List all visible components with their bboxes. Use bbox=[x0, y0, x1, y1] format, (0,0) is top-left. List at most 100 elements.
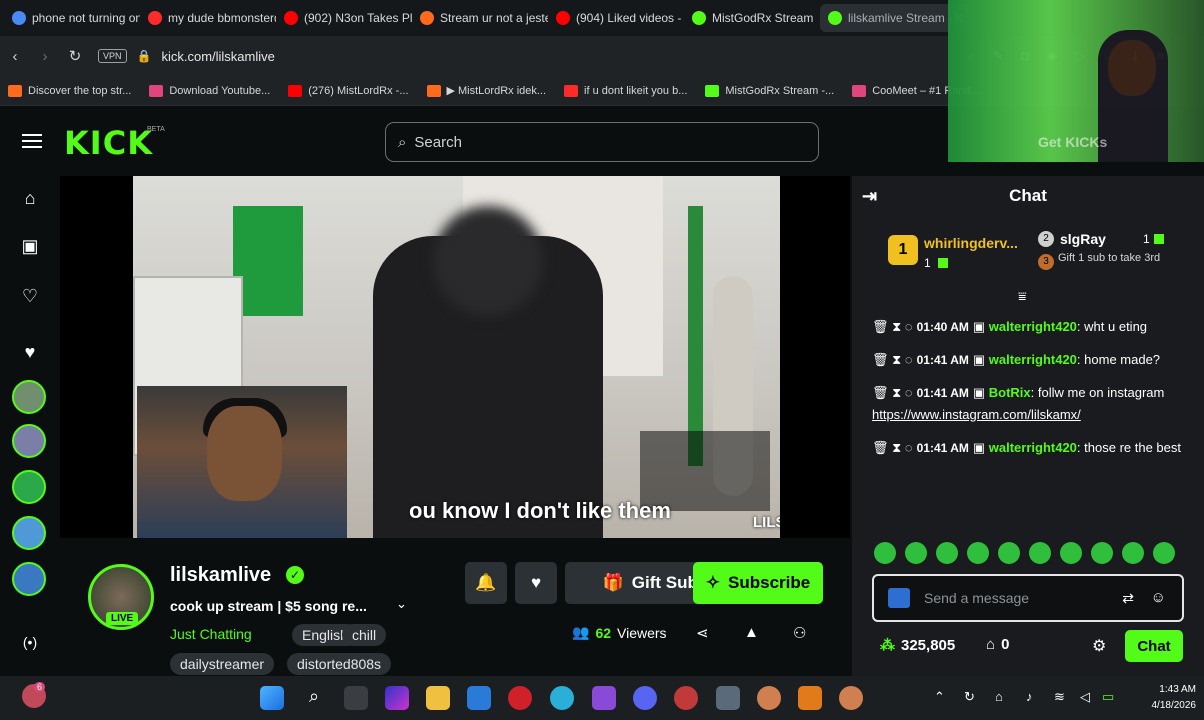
windows-start-icon[interactable] bbox=[260, 686, 284, 710]
vpn-badge[interactable]: VPN bbox=[98, 49, 127, 63]
emote-icon[interactable] bbox=[1091, 542, 1113, 564]
leaderboard-first-name[interactable]: whirlingderv... bbox=[924, 235, 1018, 251]
lock-icon[interactable]: 🔒 bbox=[137, 49, 152, 63]
emote-icon[interactable] bbox=[1029, 542, 1051, 564]
followed-channel-avatar[interactable] bbox=[12, 562, 46, 596]
collapse-chat-icon[interactable]: ⇥ bbox=[862, 186, 877, 207]
timeout-icon[interactable]: ⧗ bbox=[889, 385, 905, 400]
chevron-up-icon[interactable]: ⌃ bbox=[934, 689, 945, 705]
category-link[interactable]: Just Chatting bbox=[170, 626, 252, 642]
chat-input[interactable]: Send a message ⇄ ☺ bbox=[872, 574, 1184, 622]
timeout-icon[interactable]: ⧗ bbox=[889, 319, 905, 334]
get-kicks-text[interactable]: Get KICKs bbox=[1038, 134, 1107, 150]
emote-icon[interactable] bbox=[905, 542, 927, 564]
tag-chill[interactable]: chill bbox=[342, 624, 387, 646]
emote-icon[interactable] bbox=[936, 542, 958, 564]
followed-channel-avatar[interactable] bbox=[12, 470, 46, 504]
mod-shield-icon[interactable]: ◌ bbox=[905, 319, 913, 334]
report-icon[interactable]: ▲ bbox=[744, 624, 759, 641]
fl-studio-icon[interactable] bbox=[798, 686, 822, 710]
tray-app-icon[interactable]: ⌂ bbox=[995, 689, 1003, 704]
bookmark-item[interactable]: if u dont likeit you b... bbox=[564, 84, 687, 97]
message-username[interactable]: walterright420 bbox=[989, 352, 1077, 367]
url-field[interactable]: kick.com/lilskamlive bbox=[161, 49, 274, 64]
bookmark-item[interactable]: Discover the top str... bbox=[8, 84, 131, 97]
microphone-icon[interactable]: ♪ bbox=[1026, 689, 1033, 704]
emote-icon[interactable] bbox=[967, 542, 989, 564]
drops-balance[interactable]: ⌂ 0 bbox=[986, 636, 1009, 653]
app-avatar-icon[interactable] bbox=[839, 686, 863, 710]
live-radio-icon[interactable]: (•) bbox=[18, 634, 42, 658]
edge-icon[interactable] bbox=[550, 686, 574, 710]
forward-icon[interactable]: › bbox=[30, 48, 60, 65]
mod-shield-icon[interactable]: ◌ bbox=[905, 385, 913, 400]
browser-tab[interactable]: phone not turning on bbox=[4, 4, 140, 32]
subscribe-button[interactable]: ✧ Subscribe bbox=[693, 562, 823, 604]
emote-icon[interactable] bbox=[1122, 542, 1144, 564]
opera-gx-icon[interactable] bbox=[674, 686, 698, 710]
mod-shield-icon[interactable]: ◌ bbox=[905, 440, 913, 455]
hamburger-menu-icon[interactable] bbox=[22, 134, 42, 148]
discord-icon[interactable] bbox=[633, 686, 657, 710]
following-icon[interactable]: ♡ bbox=[18, 286, 42, 310]
reload-icon[interactable]: ↻ bbox=[60, 47, 90, 65]
volume-icon[interactable]: ◁ bbox=[1080, 689, 1090, 705]
camera-icon[interactable] bbox=[716, 686, 740, 710]
follow-heart-button[interactable]: ♥ bbox=[515, 562, 557, 604]
delete-icon[interactable]: 🗑 bbox=[872, 385, 889, 400]
search-input[interactable]: ⌕ Search bbox=[385, 122, 819, 162]
browse-icon[interactable]: ▣ bbox=[18, 236, 42, 260]
message-link[interactable]: https://www.instagram.com/lilskamx/ bbox=[872, 407, 1081, 422]
delete-icon[interactable]: 🗑 bbox=[872, 440, 889, 455]
taskbar-clock[interactable]: 1:43 AM 4/18/2026 bbox=[1152, 682, 1197, 714]
message-username[interactable]: walterright420 bbox=[989, 440, 1077, 455]
emote-icon[interactable] bbox=[874, 542, 896, 564]
home-icon[interactable]: ⌂ bbox=[18, 188, 42, 212]
opera-icon[interactable] bbox=[508, 686, 532, 710]
user-options-icon[interactable]: ⚇ bbox=[793, 624, 806, 642]
message-username[interactable]: walterright420 bbox=[989, 319, 1077, 334]
bookmark-item[interactable]: MistGodRx Stream -... bbox=[705, 84, 834, 97]
delete-icon[interactable]: 🗑 bbox=[872, 352, 889, 367]
timeout-icon[interactable]: ⧗ bbox=[889, 440, 905, 455]
bookmark-item[interactable]: (276) MistLordRx -... bbox=[288, 84, 409, 97]
browser-tab[interactable]: (902) N3on Takes Play bbox=[276, 4, 412, 32]
clipchamp-icon[interactable] bbox=[592, 686, 616, 710]
timeout-icon[interactable]: ⧗ bbox=[889, 352, 905, 367]
browser-tab[interactable]: MistGodRx Stream bbox=[684, 4, 820, 32]
bookmark-item[interactable]: ▶ MistLordRx idek... bbox=[426, 84, 546, 97]
emote-icon[interactable] bbox=[1060, 542, 1082, 564]
task-view-icon[interactable] bbox=[344, 686, 368, 710]
followed-channel-avatar[interactable] bbox=[12, 380, 46, 414]
followed-channel-avatar[interactable] bbox=[12, 424, 46, 458]
copilot-icon[interactable] bbox=[385, 686, 409, 710]
browser-tab[interactable]: Stream ur not a jester bbox=[412, 4, 548, 32]
pinned-toggle-icon[interactable]: ⩸ bbox=[1018, 288, 1027, 305]
bookmark-item[interactable]: Download Youtube... bbox=[149, 84, 270, 97]
chevron-down-icon[interactable]: ⌄ bbox=[396, 596, 407, 612]
browser-tab[interactable]: my dude bbmonsterd bbox=[140, 4, 276, 32]
outlook-icon[interactable] bbox=[467, 686, 491, 710]
notification-bell-button[interactable]: 🔔 bbox=[465, 562, 507, 604]
wifi-icon[interactable]: ≋ bbox=[1054, 689, 1065, 705]
chat-settings-icon[interactable]: ⚙ bbox=[1092, 636, 1106, 656]
share-icon[interactable]: ⋖ bbox=[696, 624, 709, 642]
app-avatar-icon[interactable] bbox=[757, 686, 781, 710]
message-username[interactable]: BotRix bbox=[989, 385, 1031, 400]
mod-shield-icon[interactable]: ◌ bbox=[905, 352, 913, 367]
battery-icon[interactable]: ▭ bbox=[1102, 689, 1114, 705]
file-explorer-icon[interactable] bbox=[426, 686, 450, 710]
delete-icon[interactable]: 🗑 bbox=[872, 319, 889, 334]
channel-name[interactable]: lilskamlive bbox=[170, 564, 271, 587]
emote-icon[interactable] bbox=[1153, 542, 1175, 564]
send-chat-button[interactable]: Chat bbox=[1125, 630, 1183, 662]
browser-tab[interactable]: (904) Liked videos - Y bbox=[548, 4, 684, 32]
translate-icon[interactable]: ⇄ bbox=[1122, 590, 1134, 607]
leaderboard-second-name[interactable]: slgRay bbox=[1060, 231, 1106, 247]
followed-channel-avatar[interactable] bbox=[12, 516, 46, 550]
emote-icon[interactable] bbox=[998, 542, 1020, 564]
sync-icon[interactable]: ↻ bbox=[964, 689, 975, 705]
kick-logo[interactable]: KICK bbox=[64, 124, 153, 162]
points-balance[interactable]: ⁂ 325,805 bbox=[880, 636, 955, 655]
back-icon[interactable]: ‹ bbox=[0, 48, 30, 65]
